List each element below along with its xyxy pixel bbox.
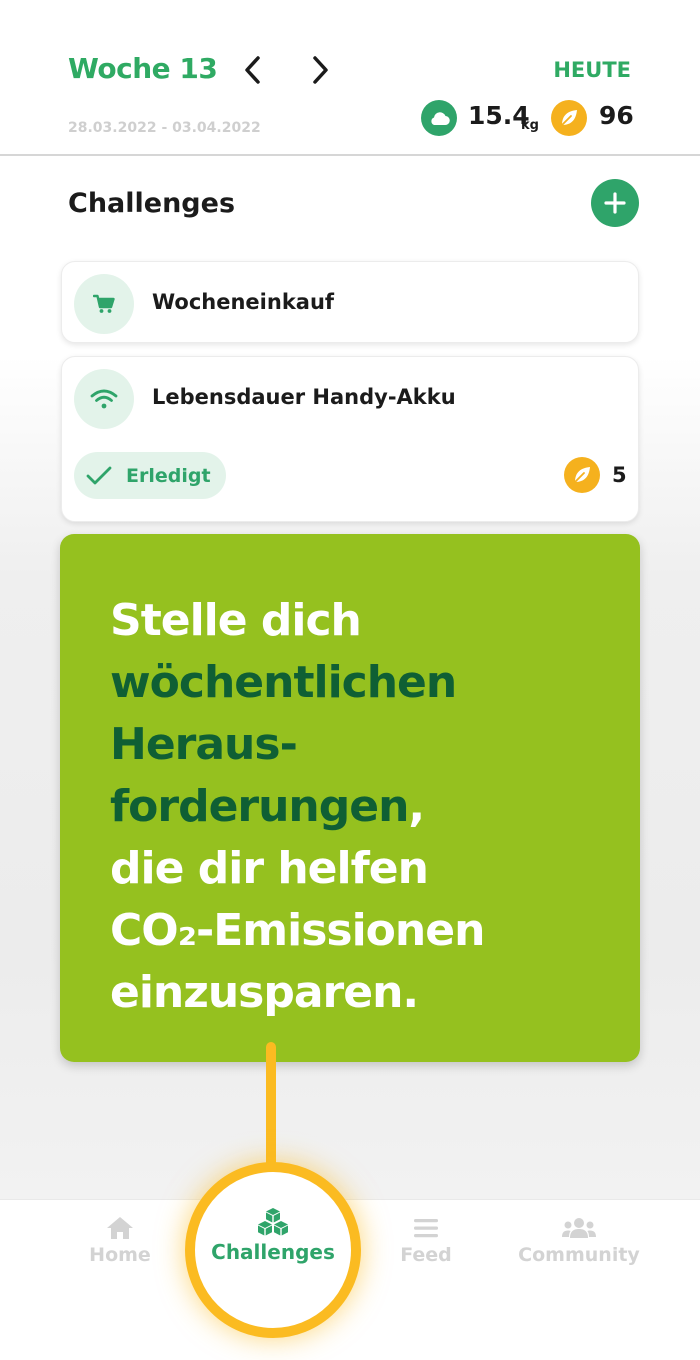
promo-line: CO₂-Emissionen xyxy=(110,905,485,956)
today-button[interactable]: HEUTE xyxy=(553,58,631,82)
co2-unit: kg xyxy=(521,118,539,133)
leaf-coin-icon xyxy=(551,100,587,136)
wifi-icon xyxy=(74,369,134,429)
nav-label: Home xyxy=(89,1244,151,1266)
previous-week-button[interactable] xyxy=(238,52,268,88)
check-icon xyxy=(86,466,112,484)
chevron-left-icon xyxy=(245,56,260,84)
status-label: Erledigt xyxy=(126,464,211,487)
nav-label: Challenges xyxy=(211,1240,335,1264)
menu-icon xyxy=(386,1214,466,1242)
highlight-connector xyxy=(266,1042,276,1176)
promo-line: die dir helfen xyxy=(110,843,429,894)
date-range: 28.03.2022 - 03.04.2022 xyxy=(68,120,261,136)
challenge-card[interactable]: Lebensdauer Handy-Akku Erledigt 5 xyxy=(61,356,639,522)
nav-challenges[interactable]: Challenges xyxy=(185,1208,361,1264)
promo-word: forderungen xyxy=(110,781,409,832)
leaf-coin-icon xyxy=(564,457,600,493)
challenge-title: Wocheneinkauf xyxy=(152,290,335,314)
tutorial-overlay: Stelle dich wöchentlichen Heraus- forder… xyxy=(60,534,640,1062)
nav-home[interactable]: Home xyxy=(80,1214,160,1266)
home-icon xyxy=(80,1214,160,1242)
promo-line: Heraus- xyxy=(110,719,298,770)
promo-line: einzusparen. xyxy=(110,967,419,1018)
challenge-card[interactable]: Wocheneinkauf xyxy=(61,261,639,343)
points-value: 96 xyxy=(599,101,634,130)
cubes-icon xyxy=(185,1208,361,1236)
nav-label: Community xyxy=(518,1244,640,1266)
challenge-points: 5 xyxy=(612,463,627,487)
users-icon xyxy=(509,1214,649,1242)
chevron-right-icon xyxy=(313,56,328,84)
cart-icon xyxy=(74,274,134,334)
promo-line: Stelle dich xyxy=(110,595,362,646)
week-header: Woche 13 28.03.2022 - 03.04.2022 HEUTE 1… xyxy=(0,0,700,156)
promo-comma: , xyxy=(408,781,425,832)
promo-line: wöchentlichen xyxy=(110,657,457,708)
section-title: Challenges xyxy=(68,188,236,219)
add-challenge-button[interactable] xyxy=(591,179,639,227)
nav-community[interactable]: Community xyxy=(509,1214,649,1266)
challenge-title: Lebensdauer Handy-Akku xyxy=(152,385,456,409)
promo-line: forderungen, xyxy=(110,776,425,838)
nav-label: Feed xyxy=(400,1244,452,1266)
next-week-button[interactable] xyxy=(305,52,335,88)
status-badge[interactable]: Erledigt xyxy=(74,452,226,499)
plus-icon xyxy=(604,192,626,214)
week-title: Woche 13 xyxy=(68,52,218,85)
cloud-icon xyxy=(421,100,457,136)
nav-feed[interactable]: Feed xyxy=(386,1214,466,1266)
